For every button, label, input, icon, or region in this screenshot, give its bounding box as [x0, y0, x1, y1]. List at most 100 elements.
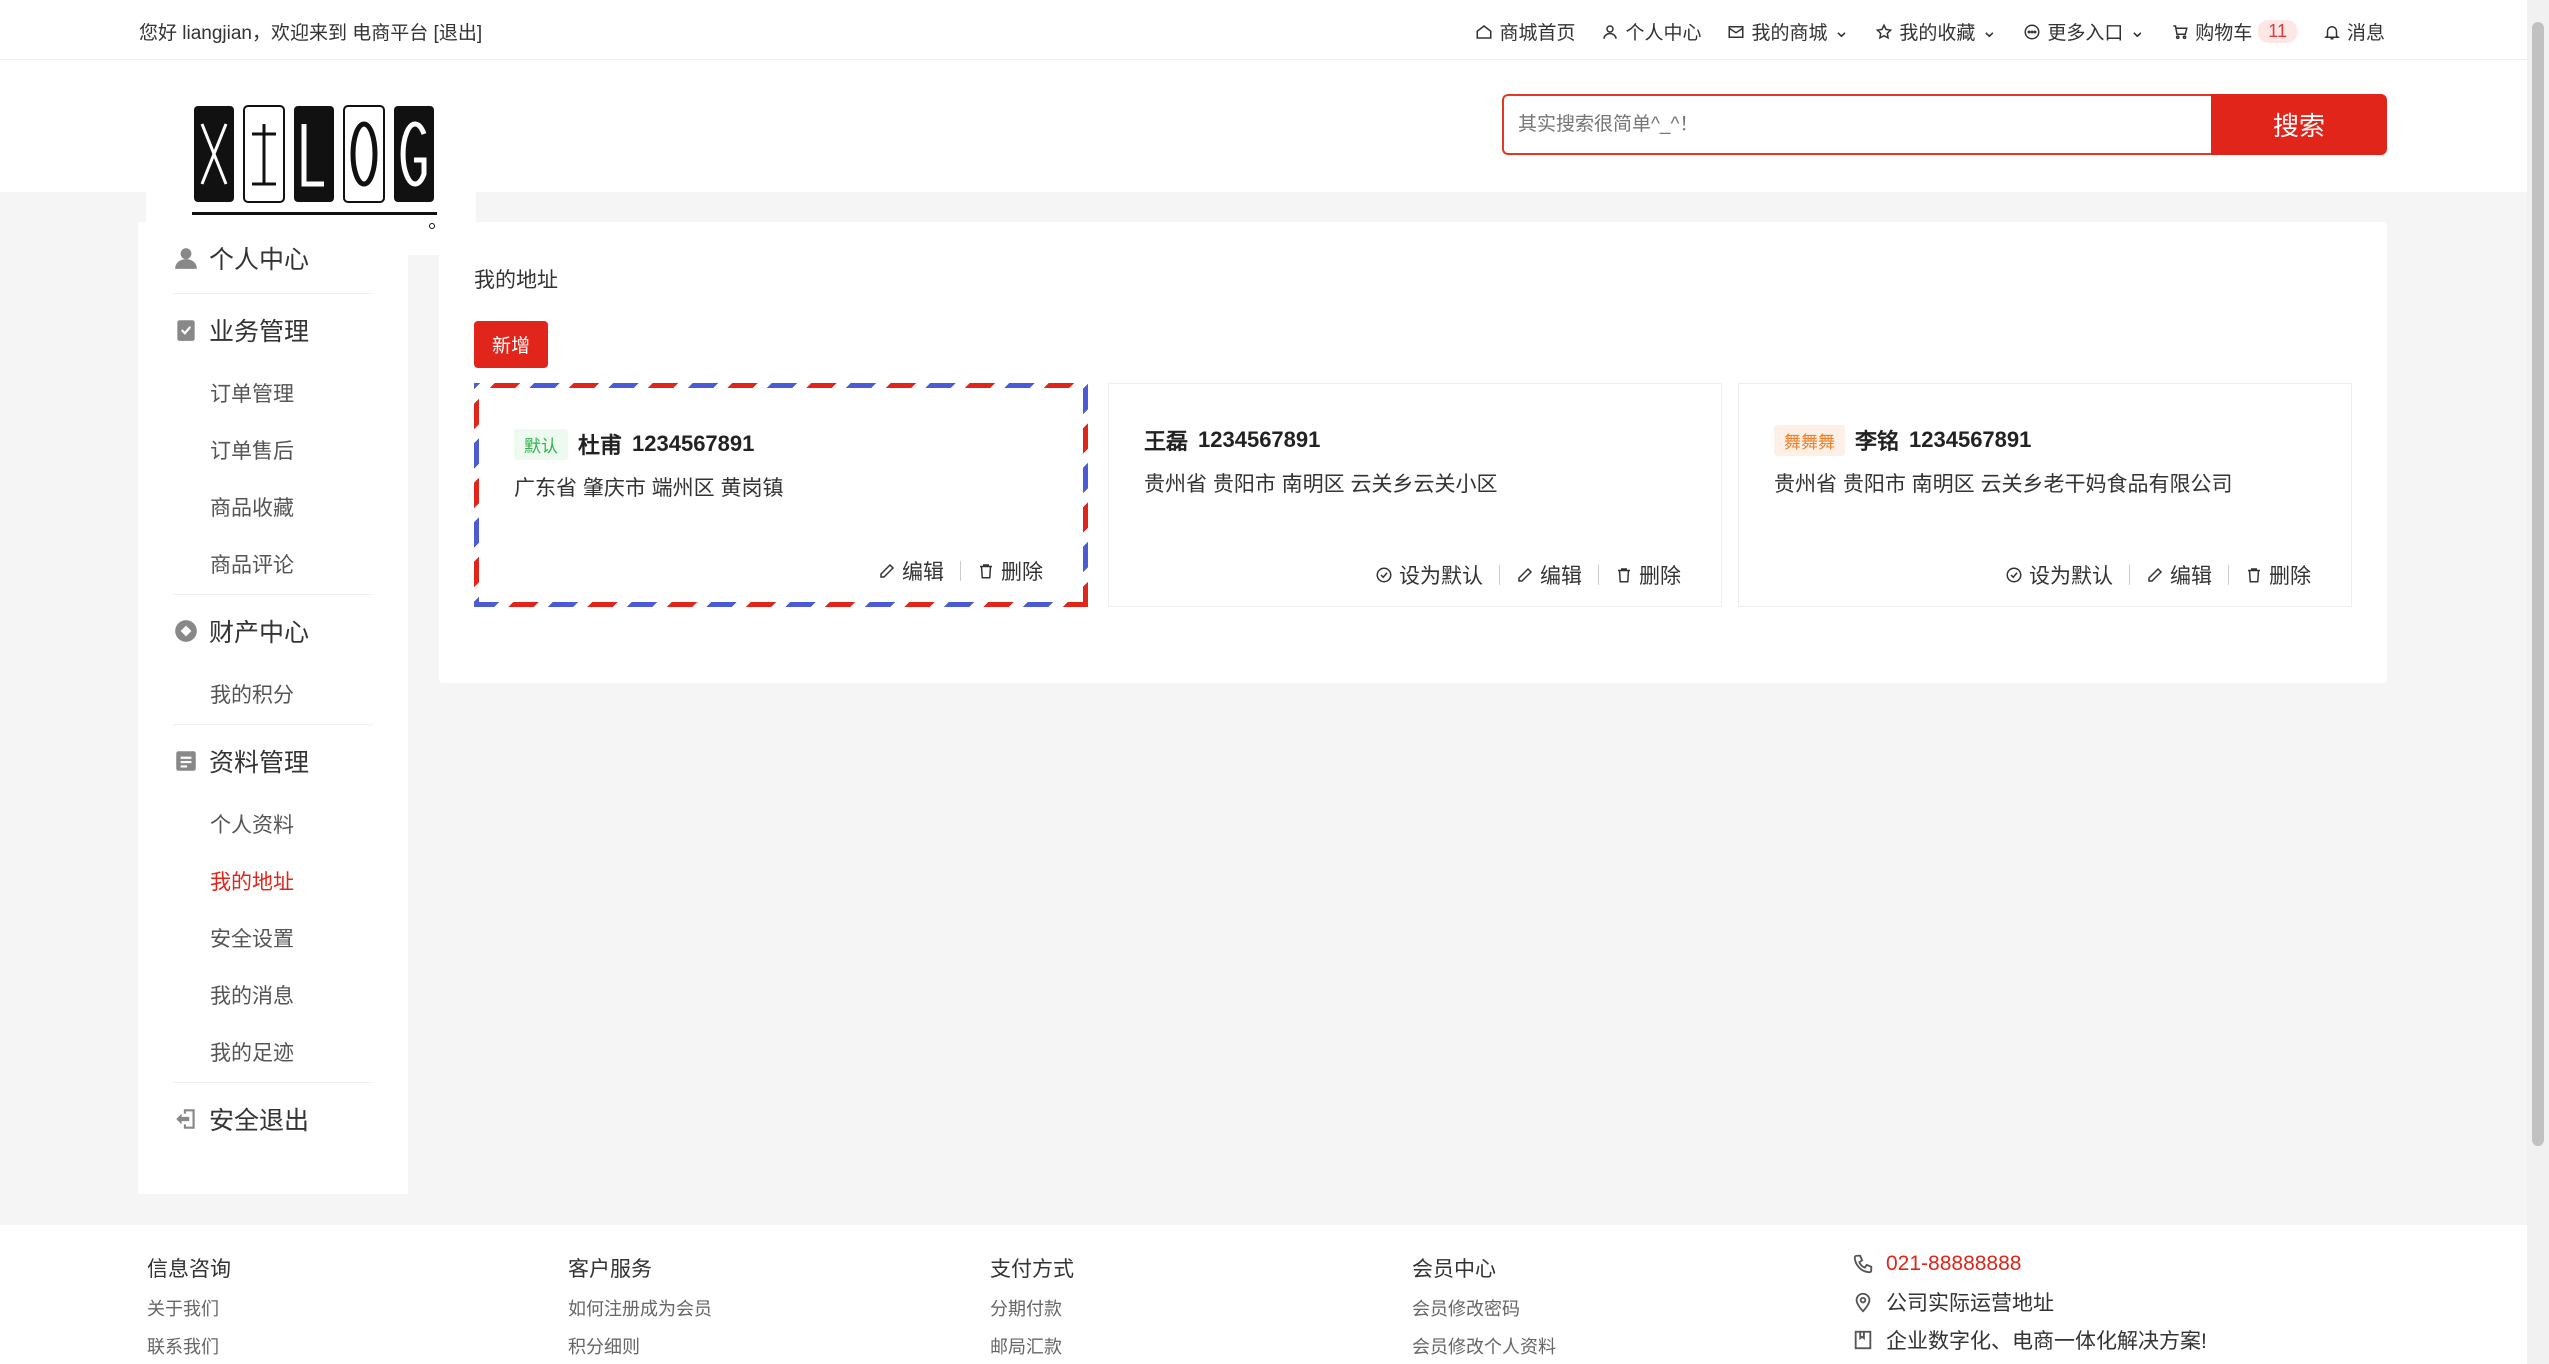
- contact-phone: 021-88888888: [1852, 1245, 2207, 1283]
- sidebar-logout[interactable]: 安全退出: [173, 1083, 373, 1155]
- footer-col-title: 信息咨询: [147, 1258, 231, 1281]
- footer-col-payment: 支付方式 分期付款 邮局汇款: [990, 1253, 1074, 1364]
- nav-my-mall[interactable]: 我的商城 ⌄: [1727, 18, 1849, 45]
- sidebar-item-profile-info[interactable]: 个人资料: [173, 797, 373, 854]
- set-default-label: 设为默认: [2029, 565, 2113, 588]
- address-text: 贵州省 贵阳市 南明区 云关乡云关小区: [1144, 473, 1498, 496]
- nav-home[interactable]: 商城首页: [1475, 18, 1575, 45]
- delete-button[interactable]: 删除: [2245, 560, 2311, 590]
- trash-icon: [2248, 568, 2260, 583]
- user-icon: [175, 247, 197, 269]
- profile-icon: [176, 751, 196, 771]
- recipient-name: 王磊: [1144, 429, 1189, 454]
- logo-mark: [192, 105, 437, 229]
- footer-link[interactable]: 如何注册成为会员: [568, 1295, 712, 1321]
- sidebar-head-business: 业务管理: [173, 294, 373, 366]
- nav-more[interactable]: 更多入口 ⌄: [2023, 18, 2145, 45]
- edit-icon: [2148, 567, 2163, 582]
- ops-divider: [960, 561, 961, 581]
- search-bar: 搜索: [1502, 94, 2387, 155]
- footer-contact: 021-88888888 公司实际运营地址 企业数字化、电商一体化解决方案!: [1852, 1245, 2207, 1359]
- address-panel: 我的地址 新增 默认 杜甫 1234567891 广东省 肇庆市 端州区 黄岗镇…: [439, 222, 2387, 683]
- delete-button[interactable]: 删除: [977, 556, 1043, 586]
- cart-icon: [2173, 24, 2188, 39]
- footer-col-title: 支付方式: [990, 1258, 1074, 1281]
- sidebar-head-personal-center[interactable]: 个人中心: [173, 222, 373, 294]
- sidebar-item-points[interactable]: 我的积分: [173, 667, 373, 724]
- nav-favorites-label: 我的收藏: [1899, 23, 1976, 44]
- recipient-phone: 1234567891: [632, 431, 755, 456]
- default-tag: 默认: [514, 428, 568, 460]
- sidebar-head-profile: 资料管理: [173, 725, 373, 797]
- nav-messages-label: 消息: [2346, 23, 2385, 44]
- footer-col-info: 信息咨询 关于我们 联系我们: [147, 1253, 231, 1364]
- location-icon: [1855, 1292, 1871, 1313]
- edit-button[interactable]: 编辑: [2146, 560, 2212, 590]
- add-address-button[interactable]: 新增: [474, 321, 548, 368]
- sidebar-item-after-sales[interactable]: 订单售后: [173, 423, 373, 480]
- nav-cart[interactable]: 购物车 11: [2171, 18, 2297, 45]
- sidebar-item-footprints[interactable]: 我的足迹: [173, 1025, 373, 1082]
- address-card[interactable]: 舞舞舞 李铭 1234567891 贵州省 贵阳市 南明区 云关乡老干妈食品有限…: [1738, 383, 2352, 607]
- sidebar-head-assets: 财产中心: [173, 595, 373, 667]
- sidebar-item-orders[interactable]: 订单管理: [173, 366, 373, 423]
- set-default-button[interactable]: 设为默认: [2005, 560, 2113, 590]
- contact-address: 公司实际运营地址: [1852, 1283, 2207, 1321]
- sidebar-group-business: 业务管理 订单管理 订单售后 商品收藏 商品评论: [138, 294, 408, 595]
- search-input[interactable]: [1502, 94, 2211, 155]
- sidebar-item-messages[interactable]: 我的消息: [173, 968, 373, 1025]
- diamond-icon: [175, 620, 197, 642]
- more-icon: [2024, 24, 2040, 39]
- address-header: 舞舞舞 李铭 1234567891: [1774, 424, 2031, 456]
- edit-icon: [880, 563, 895, 578]
- edit-button[interactable]: 编辑: [878, 556, 944, 586]
- cart-count-badge: 11: [2258, 20, 2297, 43]
- footer-link[interactable]: 会员修改个人资料: [1412, 1333, 1556, 1359]
- sidebar-group-profile: 资料管理 个人资料 我的地址 安全设置 我的消息 我的足迹: [138, 725, 408, 1083]
- address-ops: 设为默认 编辑 删除: [1375, 560, 1681, 590]
- footer-col-member: 会员中心 会员修改密码 会员修改个人资料: [1412, 1253, 1556, 1364]
- set-default-label: 设为默认: [1399, 565, 1483, 588]
- sidebar-item-my-address[interactable]: 我的地址: [173, 854, 373, 911]
- mail-icon: [1728, 25, 1744, 38]
- greeting-text: 您好 liangjian，欢迎来到 电商平台 [退出]: [139, 23, 483, 44]
- top-nav: 商城首页 个人中心 我的商城 ⌄ 我的收藏 ⌄ 更多入口 ⌄ 购物车 11 消息: [1475, 18, 2385, 45]
- sidebar-item-reviews[interactable]: 商品评论: [173, 537, 373, 594]
- home-icon: [1476, 24, 1492, 39]
- sidebar-item-favorites[interactable]: 商品收藏: [173, 480, 373, 537]
- sidebar-item-security[interactable]: 安全设置: [173, 911, 373, 968]
- ops-divider: [2228, 565, 2229, 585]
- scrollbar[interactable]: [2527, 0, 2549, 1364]
- footer-link[interactable]: 关于我们: [147, 1295, 231, 1321]
- sidebar-head-label: 业务管理: [209, 318, 310, 346]
- footer-col-service: 客户服务 如何注册成为会员 积分细则: [568, 1253, 712, 1364]
- footer-link[interactable]: 积分细则: [568, 1333, 712, 1359]
- scrollbar-thumb[interactable]: [2532, 22, 2544, 1146]
- footer-link[interactable]: 联系我们: [147, 1333, 231, 1359]
- ops-divider: [2129, 565, 2130, 585]
- nav-favorites[interactable]: 我的收藏 ⌄: [1875, 18, 1997, 45]
- address-card[interactable]: 王磊 1234567891 贵州省 贵阳市 南明区 云关乡云关小区 设为默认 编…: [1108, 383, 1722, 607]
- address-card[interactable]: 默认 杜甫 1234567891 广东省 肇庆市 端州区 黄岗镇 编辑 删除: [474, 383, 1088, 607]
- check-circle-icon: [2006, 567, 2022, 583]
- address-ops: 编辑 删除: [878, 556, 1043, 586]
- nav-user-center[interactable]: 个人中心: [1601, 18, 1701, 45]
- recipient-name: 杜甫: [578, 433, 623, 458]
- footer-link[interactable]: 会员修改密码: [1412, 1295, 1556, 1321]
- sidebar-group-logout: 安全退出: [138, 1083, 408, 1155]
- clipboard-icon: [177, 320, 195, 341]
- edit-label: 编辑: [1540, 565, 1582, 588]
- footer-link[interactable]: 邮局汇款: [990, 1333, 1074, 1359]
- edit-button[interactable]: 编辑: [1516, 560, 1582, 590]
- search-button[interactable]: 搜索: [2211, 94, 2387, 155]
- chevron-down-icon: ⌄: [1981, 21, 1998, 42]
- footer-link[interactable]: 分期付款: [990, 1295, 1074, 1321]
- nav-my-mall-label: 我的商城: [1751, 23, 1828, 44]
- delete-label: 删除: [1001, 561, 1043, 584]
- nav-messages[interactable]: 消息: [2323, 18, 2385, 45]
- recipient-phone: 1234567891: [1909, 427, 2032, 452]
- address-text: 贵州省 贵阳市 南明区 云关乡老干妈食品有限公司: [1774, 473, 2233, 496]
- delete-button[interactable]: 删除: [1615, 560, 1681, 590]
- set-default-button[interactable]: 设为默认: [1375, 560, 1483, 590]
- bell-icon: [2324, 25, 2340, 39]
